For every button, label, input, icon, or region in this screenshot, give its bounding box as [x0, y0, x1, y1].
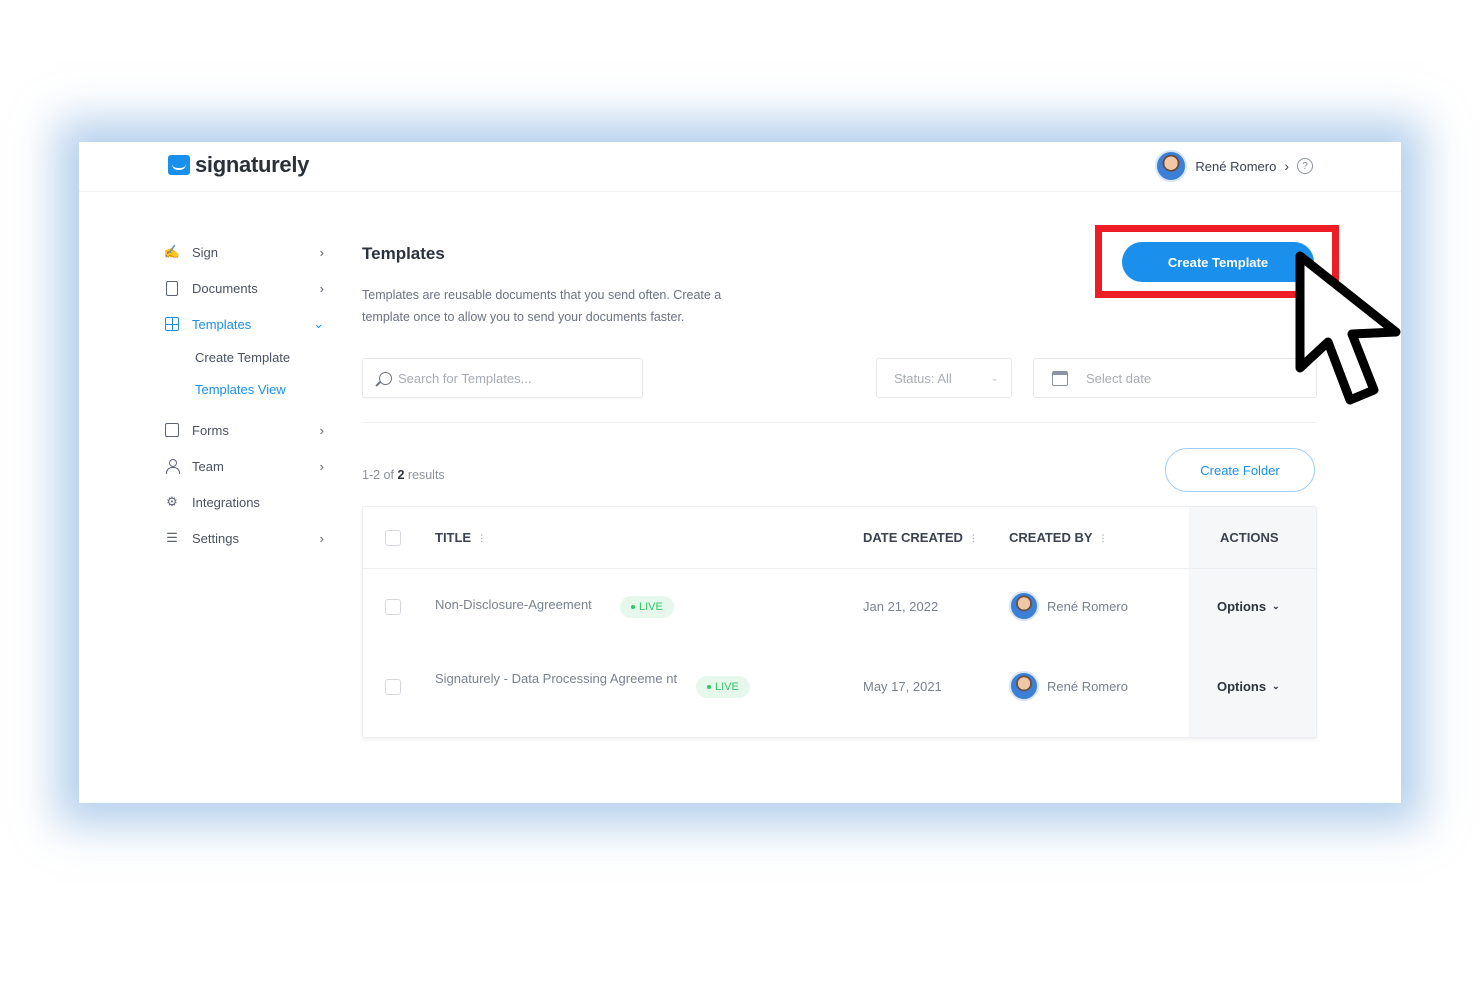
logo-icon	[168, 155, 190, 175]
status-filter-select[interactable]: Status: All ⌄	[876, 358, 1012, 398]
sort-icon: ⋮	[968, 532, 978, 543]
user-icon	[164, 458, 180, 474]
chevron-down-icon: ⌄	[1272, 681, 1280, 691]
row-checkbox[interactable]	[385, 679, 401, 695]
table-row[interactable]: Non-Disclosure-Agreement LIVE Jan 21, 20…	[363, 569, 1316, 649]
sort-icon: ⋮	[477, 532, 487, 543]
avatar	[1155, 150, 1188, 182]
sort-icon: ⋮	[1098, 532, 1108, 543]
options-dropdown[interactable]: Options ⌄	[1217, 679, 1280, 694]
chevron-right-icon: ›	[319, 530, 324, 546]
template-title[interactable]: Signaturely - Data Processing Agreeme nt	[435, 671, 680, 687]
page-title: Templates	[362, 244, 445, 263]
column-date-created[interactable]: DATE CREATED ⋮	[863, 530, 978, 545]
avatar	[1009, 591, 1039, 621]
divider	[362, 422, 1317, 423]
sidebar-item-label: Documents	[192, 280, 258, 296]
brand-name: signaturely	[195, 152, 310, 177]
table-header: TITLE ⋮ DATE CREATED ⋮ CREATED BY ⋮ ACTIONS	[363, 507, 1316, 569]
sidebar-item-sign[interactable]: ✍ Sign ›	[164, 234, 324, 270]
column-actions: ACTIONS	[1220, 530, 1279, 545]
sidebar-subitem-create-template[interactable]: Create Template	[164, 342, 324, 374]
created-by: René Romero	[1009, 671, 1128, 701]
document-icon	[164, 280, 180, 296]
chevron-right-icon: ›	[319, 422, 324, 438]
date-picker[interactable]: Select date	[1033, 358, 1317, 398]
search-placeholder: Search for Templates...	[398, 370, 532, 386]
chevron-right-icon: ›	[319, 244, 324, 260]
options-dropdown[interactable]: Options ⌄	[1217, 599, 1280, 614]
user-menu[interactable]: René Romero › ?	[1155, 150, 1313, 182]
sidebar-item-forms[interactable]: Forms ›	[164, 412, 324, 448]
row-checkbox[interactable]	[385, 599, 401, 615]
date-created: May 17, 2021	[863, 679, 942, 694]
logo[interactable]: signaturely	[168, 152, 309, 178]
table-row[interactable]: Signaturely - Data Processing Agreeme nt…	[363, 649, 1316, 729]
status-filter-value: Status: All	[894, 370, 952, 386]
templates-table: TITLE ⋮ DATE CREATED ⋮ CREATED BY ⋮ ACTIONS…	[362, 506, 1317, 738]
signature-icon: ✍	[163, 244, 181, 259]
sidebar-item-team[interactable]: Team ›	[164, 448, 324, 484]
created-by: René Romero	[1009, 591, 1128, 621]
sidebar-item-label: Settings	[192, 530, 239, 546]
chevron-down-icon: ⌄	[990, 372, 999, 384]
chevron-down-icon: ⌄	[1272, 601, 1280, 611]
chevron-right-icon: ›	[319, 458, 324, 474]
sidebar-item-documents[interactable]: Documents ›	[164, 270, 324, 306]
templates-icon	[164, 316, 180, 332]
cursor-arrow-icon	[1295, 251, 1401, 405]
sidebar-item-label: Templates	[192, 316, 252, 332]
avatar	[1009, 671, 1039, 701]
calendar-icon	[1052, 370, 1068, 386]
date-placeholder: Select date	[1086, 370, 1152, 386]
select-all-checkbox[interactable]	[385, 530, 401, 546]
sidebar-item-integrations[interactable]: ⚙ Integrations	[164, 484, 324, 520]
date-created: Jan 21, 2022	[863, 599, 939, 614]
sidebar-item-label: Integrations	[192, 494, 260, 510]
search-icon	[379, 371, 392, 385]
sidebar: ✍ Sign › Documents › Templates ⌄ Create …	[164, 234, 324, 556]
chevron-right-icon: ›	[319, 280, 324, 296]
status-badge: LIVE	[696, 676, 750, 698]
template-title[interactable]: Non-Disclosure-Agreement	[435, 597, 592, 612]
top-bar: signaturely René Romero › ?	[79, 142, 1401, 192]
chevron-down-icon: ⌄	[313, 316, 324, 331]
help-icon[interactable]: ?	[1297, 158, 1313, 174]
form-icon	[164, 422, 180, 438]
sidebar-item-label: Forms	[192, 422, 229, 438]
sidebar-item-label: Sign	[192, 244, 219, 260]
sidebar-item-templates[interactable]: Templates ⌄	[164, 306, 324, 342]
sidebar-item-label: Team	[192, 458, 224, 474]
sidebar-item-settings[interactable]: ☰ Settings ›	[164, 520, 324, 556]
sidebar-subitem-templates-view[interactable]: Templates View	[164, 374, 324, 406]
results-count: 1-2 of 2 results	[362, 468, 445, 482]
page-description: Templates are reusable documents that yo…	[362, 288, 722, 324]
sliders-icon: ☰	[166, 530, 178, 545]
create-folder-button[interactable]: Create Folder	[1165, 448, 1315, 492]
column-title[interactable]: TITLE ⋮	[435, 530, 486, 545]
chevron-right-icon: ›	[1284, 158, 1289, 174]
gear-icon: ⚙	[166, 494, 178, 509]
column-created-by[interactable]: CREATED BY ⋮	[1009, 530, 1108, 545]
user-name: René Romero	[1195, 158, 1277, 174]
status-badge: LIVE	[620, 596, 674, 618]
search-input[interactable]: Search for Templates...	[362, 358, 643, 398]
